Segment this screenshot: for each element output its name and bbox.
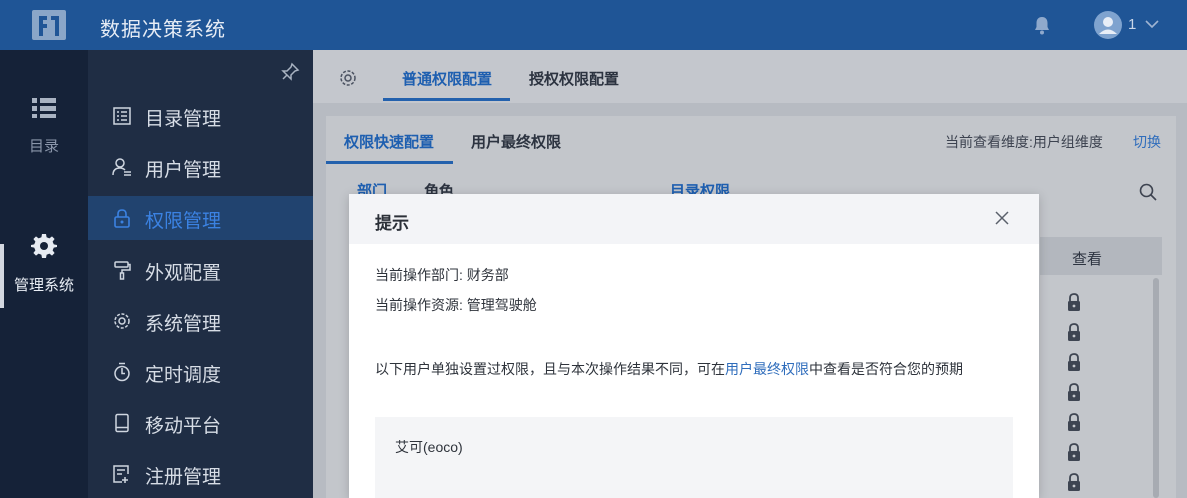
message-text-after: 中查看是否符合您的预期	[809, 361, 963, 377]
gear-icon	[31, 234, 57, 258]
lock-icon[interactable]	[1066, 352, 1082, 372]
sidebar-item-system-mgmt[interactable]: 系统管理	[88, 299, 313, 343]
view-column-label: 查看	[1072, 251, 1103, 268]
user-final-permission-link[interactable]: 用户最终权限	[725, 361, 809, 377]
tab-grant-permission[interactable]: 授权权限配置	[529, 68, 619, 89]
sidebar-item-directory-mgmt[interactable]: 目录管理	[88, 94, 313, 138]
logo-icon	[32, 10, 66, 40]
menu-label: 外观配置	[145, 263, 222, 284]
tab-user-final-permission[interactable]: 用户最终权限	[471, 131, 561, 152]
settings-gear-icon[interactable]	[338, 68, 358, 88]
lock-icon[interactable]	[1066, 472, 1082, 492]
menu-label: 定时调度	[145, 365, 222, 386]
chevron-down-icon[interactable]	[1144, 17, 1160, 31]
menu-label: 注册管理	[145, 467, 222, 488]
scrollbar[interactable]	[1153, 278, 1159, 498]
app-title: 数据决策系统	[100, 19, 226, 41]
mobile-icon	[115, 413, 129, 433]
rail-label-admin: 管理系统	[13, 277, 74, 294]
lock-icon[interactable]	[1066, 382, 1082, 402]
lock-icon[interactable]	[1066, 292, 1082, 312]
sidebar-item-appearance[interactable]: 外观配置	[88, 248, 313, 292]
user-avatar-icon	[1099, 17, 1117, 34]
current-resource-line: 当前操作资源: 管理驾驶舱	[375, 297, 537, 313]
sidebar-item-mobile[interactable]: 移动平台	[88, 401, 313, 445]
rail-label-directory: 目录	[28, 138, 59, 155]
sidebar-item-scheduling[interactable]: 定时调度	[88, 350, 313, 394]
switch-dimension-link[interactable]: 切换	[1133, 132, 1161, 152]
lock-icon[interactable]	[1066, 442, 1082, 462]
menu-label: 移动平台	[145, 416, 222, 437]
sidebar-item-register[interactable]: 注册管理	[88, 452, 313, 496]
list-icon	[32, 98, 56, 118]
tab-quick-config[interactable]: 权限快速配置	[344, 131, 434, 152]
view-column-header: 查看	[1040, 237, 1162, 275]
search-icon[interactable]	[1138, 182, 1158, 202]
tab-active-underline	[383, 98, 510, 101]
prompt-dialog: 提示 当前操作部门: 财务部 当前操作资源: 管理驾驶舱 以下用户单独设置过权限…	[349, 194, 1039, 498]
menu-label: 系统管理	[145, 314, 222, 335]
sidebar-item-permission-mgmt[interactable]: 权限管理	[88, 196, 313, 240]
user-name[interactable]: 1	[1128, 16, 1136, 33]
tab-normal-permission[interactable]: 普通权限配置	[402, 68, 492, 89]
dialog-header: 提示	[349, 194, 1039, 244]
bell-icon[interactable]	[1033, 15, 1051, 35]
lock-icon[interactable]	[1066, 322, 1082, 342]
affected-user-list: 艾可(eoco)	[375, 417, 1013, 498]
menu-label: 权限管理	[145, 211, 222, 232]
list-item: 艾可(eoco)	[395, 439, 463, 455]
lock-icon	[114, 209, 130, 228]
pin-icon[interactable]	[280, 62, 300, 82]
directory-icon	[113, 107, 131, 125]
paint-roller-icon	[114, 261, 131, 280]
settings-icon	[114, 313, 130, 329]
dialog-title: 提示	[375, 214, 409, 233]
app-root: 数据决策系统 1 目录 管理系统 目录管理 用户管理 权限管理 外观配置 系统管…	[0, 0, 1187, 498]
register-icon	[113, 465, 129, 483]
rail-item-directory[interactable]: 目录	[0, 96, 88, 156]
avatar[interactable]	[1094, 11, 1122, 39]
menu-label: 用户管理	[145, 160, 222, 181]
user-icon	[112, 158, 131, 176]
close-icon[interactable]	[995, 211, 1009, 225]
subtab-active-underline	[326, 161, 453, 164]
dialog-message: 以下用户单独设置过权限，且与本次操作结果不同，可在用户最终权限中查看是否符合您的…	[375, 359, 963, 379]
rail-item-admin[interactable]: 管理系统	[0, 233, 88, 295]
menu-label: 目录管理	[145, 109, 222, 130]
timer-icon	[114, 362, 130, 382]
dimension-label: 当前查看维度:用户组维度	[945, 134, 1103, 150]
lock-icon[interactable]	[1066, 412, 1082, 432]
current-department-line: 当前操作部门: 财务部	[375, 267, 509, 283]
sidebar-item-user-mgmt[interactable]: 用户管理	[88, 145, 313, 189]
message-text-before: 以下用户单独设置过权限，且与本次操作结果不同，可在	[375, 361, 725, 377]
